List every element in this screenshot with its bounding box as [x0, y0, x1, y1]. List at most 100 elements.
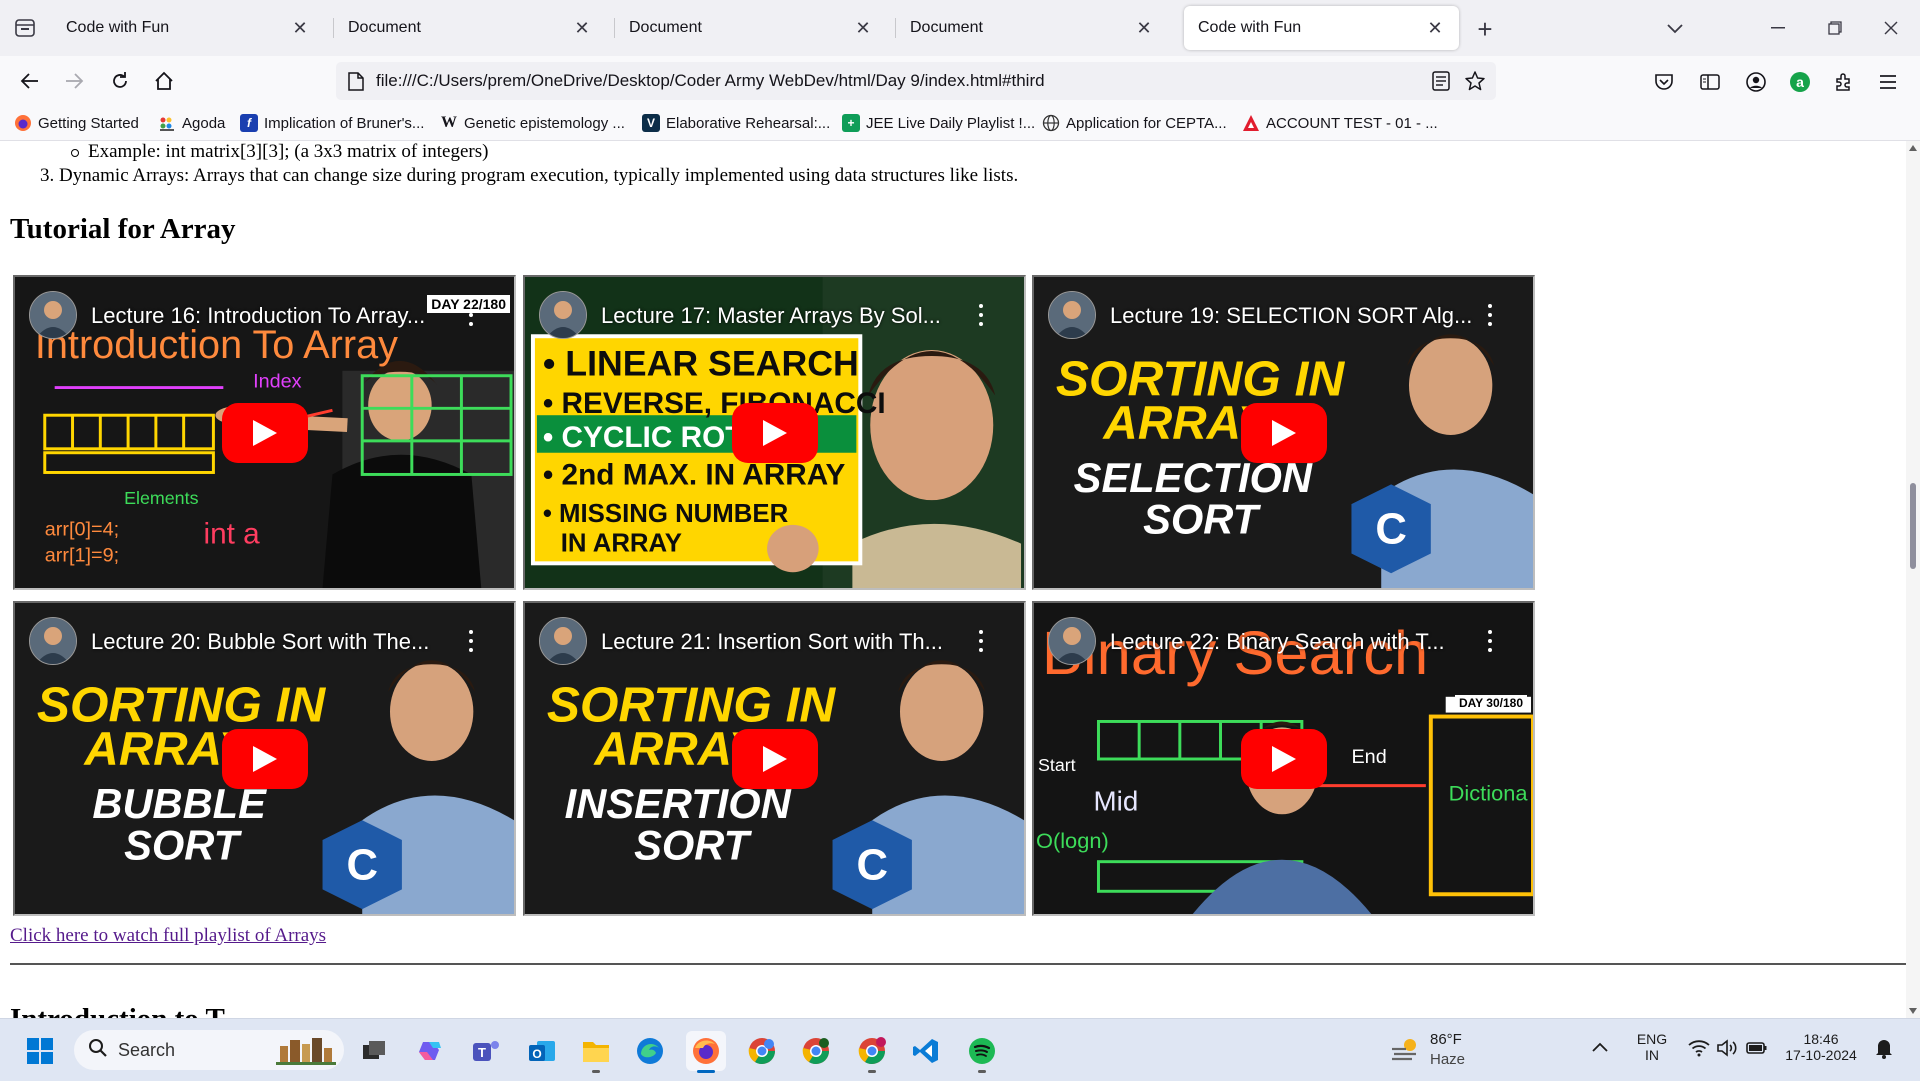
close-tab-icon[interactable]: ✕ — [849, 14, 877, 42]
bookmark-application-cepta[interactable]: Application for CEPTA... — [1042, 112, 1227, 134]
bookmark-genetic-epistemology[interactable]: W Genetic epistemology ... — [440, 112, 625, 134]
more-options-icon[interactable] — [1485, 301, 1495, 329]
play-button[interactable] — [1240, 728, 1327, 789]
forward-arrow-icon[interactable] — [58, 65, 90, 97]
file-explorer-icon[interactable] — [576, 1031, 616, 1073]
video-embed-lecture-17[interactable]: • LINEAR SEARCH • REVERSE, FIBONACCI • C… — [523, 275, 1026, 590]
vertical-scrollbar[interactable] — [1906, 141, 1920, 1018]
back-arrow-icon[interactable] — [14, 65, 46, 97]
tab-title: Document — [910, 19, 983, 36]
firefox-taskbar-icon[interactable] — [686, 1031, 726, 1073]
volume-icon[interactable] — [1716, 1038, 1738, 1063]
play-button[interactable] — [221, 402, 308, 463]
video-embed-lecture-16[interactable]: Introduction To Array Index Elements arr… — [13, 275, 516, 590]
address-bar[interactable]: file:///C:/Users/prem/OneDrive/Desktop/C… — [336, 62, 1496, 100]
bookmark-account-test[interactable]: ACCOUNT TEST - 01 - ... — [1242, 112, 1438, 134]
video-title[interactable]: Lecture 21: Insertion Sort with Th... — [601, 629, 981, 655]
pocket-icon[interactable] — [1650, 68, 1678, 96]
video-title[interactable]: Lecture 20: Bubble Sort with The... — [91, 629, 471, 655]
tab-document-3[interactable]: Document ✕ — [896, 6, 1168, 50]
new-tab-button[interactable]: + — [1470, 14, 1500, 44]
video-title[interactable]: Lecture 17: Master Arrays By Sol... — [601, 303, 981, 329]
play-button[interactable] — [731, 402, 818, 463]
channel-avatar[interactable] — [539, 291, 587, 339]
close-tab-icon[interactable]: ✕ — [286, 14, 314, 42]
channel-avatar[interactable] — [29, 617, 77, 665]
taskbar-search[interactable]: Search — [74, 1030, 344, 1070]
chrome-profile-1-icon[interactable] — [742, 1031, 782, 1071]
reader-view-icon[interactable] — [1432, 71, 1450, 96]
copilot-icon[interactable] — [410, 1031, 450, 1071]
more-options-icon[interactable] — [466, 627, 476, 655]
video-embed-lecture-22[interactable]: Binary Search Start End Mid O(logn) Dict… — [1032, 601, 1535, 916]
bookmark-elaborative-rehearsal[interactable]: V Elaborative Rehearsal:... — [642, 112, 830, 134]
more-options-icon[interactable] — [1485, 627, 1495, 655]
bookmark-implication-bruner[interactable]: f Implication of Bruner's... — [240, 112, 424, 134]
firefox-view-icon[interactable] — [10, 14, 40, 42]
bookmark-jee-live[interactable]: + JEE Live Daily Playlist !... — [842, 112, 1035, 134]
spotify-icon[interactable] — [962, 1031, 1002, 1073]
show-hidden-icons-chevron-icon[interactable] — [1592, 1039, 1608, 1057]
tab-document-2[interactable]: Document ✕ — [615, 6, 887, 50]
scroll-down-icon[interactable] — [1909, 1008, 1917, 1014]
more-options-icon[interactable] — [976, 627, 986, 655]
video-title[interactable]: Lecture 19: SELECTION SORT Alg... — [1110, 303, 1490, 329]
play-button[interactable] — [731, 728, 818, 789]
channel-avatar[interactable] — [29, 291, 77, 339]
more-options-icon[interactable] — [466, 301, 476, 329]
region-code: IN — [1645, 1047, 1659, 1063]
home-icon[interactable] — [148, 65, 180, 97]
close-tab-icon[interactable]: ✕ — [1421, 14, 1449, 42]
video-embed-lecture-20[interactable]: C SORTING IN ARRAYS BUBBLE SORT Lecture … — [13, 601, 516, 916]
scroll-up-icon[interactable] — [1909, 145, 1917, 151]
bookmark-agoda[interactable]: Agoda — [158, 112, 225, 134]
bookmark-label: Agoda — [182, 114, 226, 132]
extensions-icon[interactable] — [1830, 68, 1858, 96]
restore-button[interactable] — [1810, 8, 1860, 48]
notification-bell-icon[interactable] — [1874, 1037, 1894, 1064]
minimize-button[interactable] — [1753, 8, 1803, 48]
close-window-button[interactable] — [1866, 8, 1916, 48]
weather-widget[interactable]: 86°F Haze — [1390, 1029, 1480, 1073]
battery-icon[interactable] — [1746, 1039, 1768, 1062]
channel-avatar[interactable] — [539, 617, 587, 665]
video-title[interactable]: Lecture 16: Introduction To Array... — [91, 303, 471, 329]
vscode-icon[interactable] — [906, 1031, 946, 1071]
extension-a-icon[interactable]: a — [1786, 68, 1814, 96]
bookmark-star-icon[interactable] — [1464, 70, 1486, 97]
outlook-icon[interactable]: O — [522, 1031, 562, 1071]
channel-avatar[interactable] — [1048, 291, 1096, 339]
menu-icon[interactable] — [1874, 68, 1902, 96]
list-all-tabs-icon[interactable] — [1660, 14, 1690, 44]
close-tab-icon[interactable]: ✕ — [568, 14, 596, 42]
channel-avatar[interactable] — [1048, 617, 1096, 665]
clock[interactable]: 18:46 17-10-2024 — [1776, 1031, 1866, 1063]
scrollbar-thumb[interactable] — [1910, 483, 1916, 569]
video-title[interactable]: Lecture 22: Binary Search with T... — [1110, 629, 1490, 655]
language-indicator[interactable]: ENG IN — [1630, 1031, 1674, 1063]
url-text[interactable]: file:///C:/Users/prem/OneDrive/Desktop/C… — [376, 71, 1045, 91]
tab-code-with-fun-1[interactable]: Code with Fun ✕ — [52, 6, 324, 50]
account-icon[interactable] — [1742, 68, 1770, 96]
tab-title: Document — [348, 19, 421, 36]
teams-icon[interactable]: T — [466, 1031, 506, 1071]
task-view-icon[interactable] — [354, 1031, 394, 1071]
wifi-icon[interactable] — [1688, 1039, 1710, 1062]
play-button[interactable] — [221, 728, 308, 789]
windows-start-icon[interactable] — [20, 1031, 60, 1071]
tab-document-1[interactable]: Document ✕ — [334, 6, 606, 50]
bookmark-getting-started[interactable]: Getting Started — [14, 112, 139, 134]
more-options-icon[interactable] — [976, 301, 986, 329]
edge-icon[interactable] — [630, 1031, 670, 1071]
chrome-profile-3-icon[interactable] — [852, 1031, 892, 1073]
playlist-link[interactable]: Click here to watch full playlist of Arr… — [10, 925, 326, 947]
play-button[interactable] — [1240, 402, 1327, 463]
video-embed-lecture-21[interactable]: C SORTING IN ARRAYS INSERTION SORT Lectu… — [523, 601, 1026, 916]
tab-code-with-fun-active[interactable]: Code with Fun ✕ — [1184, 6, 1459, 50]
chrome-profile-2-icon[interactable] — [796, 1031, 836, 1071]
close-tab-icon[interactable]: ✕ — [1130, 14, 1158, 42]
thumb-label-elements: Elements — [124, 488, 198, 508]
video-embed-lecture-19[interactable]: C SORTING IN ARRAYS SELECTION SORT Lectu… — [1032, 275, 1535, 590]
reload-icon[interactable] — [104, 65, 136, 97]
sidebar-icon[interactable] — [1696, 68, 1724, 96]
